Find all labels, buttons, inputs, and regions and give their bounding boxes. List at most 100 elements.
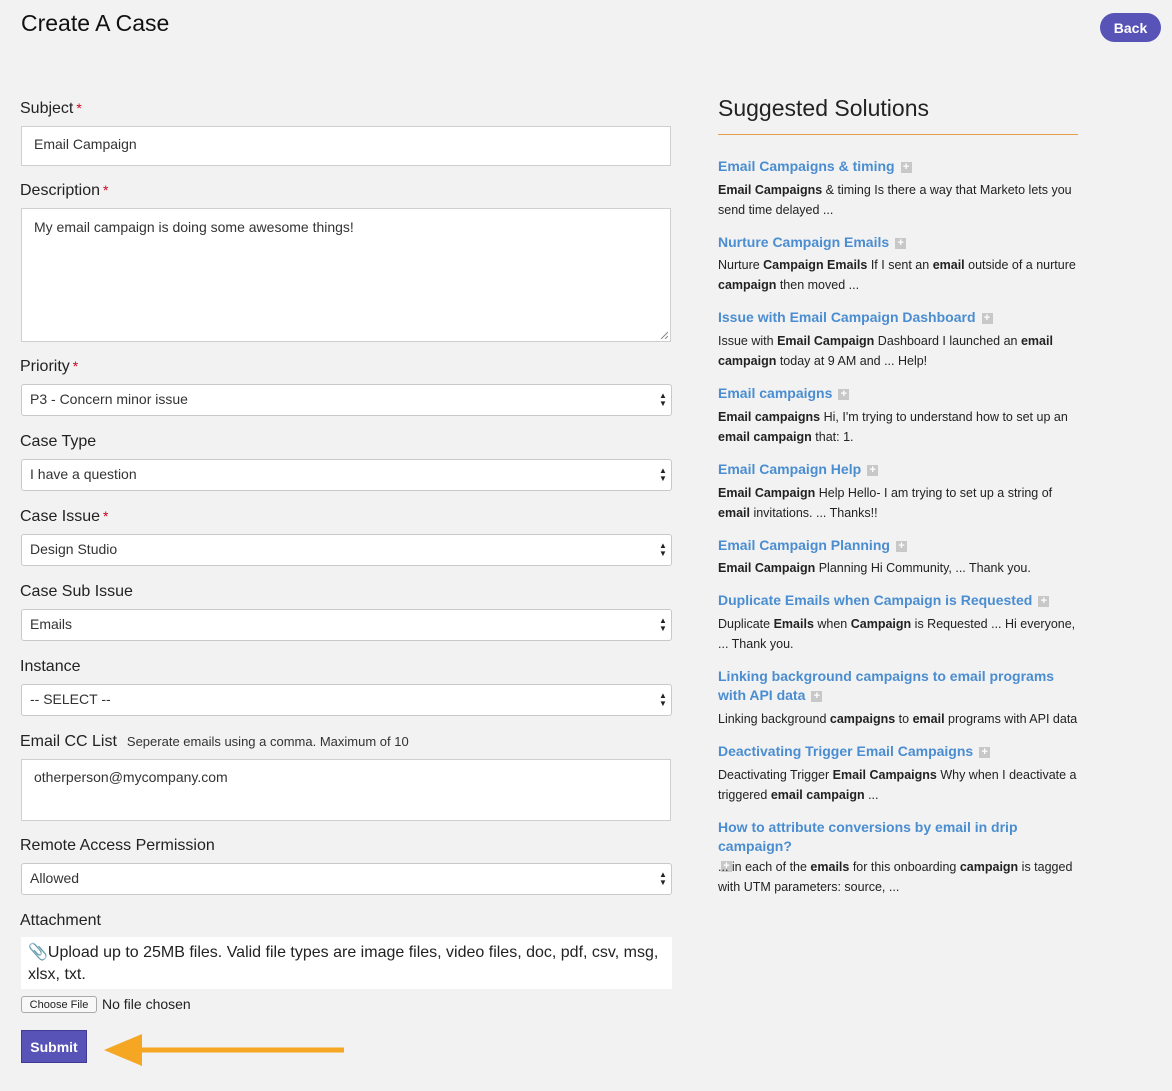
- snippet-highlight: Campaign: [850, 617, 912, 631]
- snippet-text: Nurture: [718, 258, 764, 272]
- case-issue-label-text: Case Issue: [20, 508, 101, 525]
- suggestion-link[interactable]: Nurture Campaign Emails +: [718, 233, 1078, 252]
- snippet-text: programs with API data: [944, 712, 1078, 726]
- subject-input[interactable]: Email Campaign: [21, 126, 671, 166]
- case-issue-select[interactable]: Design Studio ▲ ▼: [21, 534, 672, 566]
- attachment-label: Attachment: [20, 912, 101, 929]
- expand-plus-icon[interactable]: +: [900, 162, 912, 173]
- snippet-text: then moved ...: [776, 278, 860, 292]
- instance-label: Instance: [20, 658, 81, 675]
- snippet-text: ... in each of the: [718, 860, 811, 874]
- snippet-highlight: Email campaigns: [718, 410, 821, 424]
- suggestion-title: Linking background campaigns to email pr…: [718, 668, 1055, 703]
- suggestion-link[interactable]: Issue with Email Campaign Dashboard +: [718, 308, 1078, 327]
- snippet-highlight: email campaign: [770, 788, 865, 802]
- suggestion-link[interactable]: Email Campaign Planning +: [718, 536, 1078, 555]
- suggestion-link[interactable]: Email Campaigns & timing +: [718, 157, 1078, 176]
- description-text: My email campaign is doing some awesome …: [34, 219, 354, 235]
- suggestion-link[interactable]: Linking background campaigns to email pr…: [718, 667, 1078, 705]
- expand-plus-icon[interactable]: +: [1038, 596, 1050, 607]
- select-arrows-icon: ▲ ▼: [659, 466, 667, 483]
- suggestion-link[interactable]: Deactivating Trigger Email Campaigns +: [718, 742, 1078, 761]
- snippet-text: Duplicate: [718, 617, 774, 631]
- expand-plus-icon[interactable]: +: [979, 747, 991, 758]
- priority-label: Priority *: [20, 358, 78, 376]
- remote-access-value: Allowed: [30, 870, 80, 886]
- file-status: No file chosen: [102, 996, 191, 1012]
- suggestion-link[interactable]: Duplicate Emails when Campaign is Reques…: [718, 591, 1078, 610]
- suggestion-snippet: Deactivating Trigger Email Campaigns Why…: [718, 765, 1080, 805]
- snippet-text: when: [813, 617, 851, 631]
- description-label-text: Description: [20, 182, 101, 199]
- snippet-text: Deactivating Trigger: [718, 768, 833, 782]
- snippet-highlight: email campaign: [718, 430, 812, 444]
- instance-value: -- SELECT --: [30, 691, 111, 707]
- snippet-text: invitations. ... Thanks!!: [749, 506, 878, 520]
- paperclip-icon: 📎: [28, 944, 48, 961]
- case-issue-value: Design Studio: [30, 541, 118, 557]
- snippet-text: ...: [864, 788, 879, 802]
- case-sub-issue-select[interactable]: Emails ▲ ▼: [21, 609, 672, 641]
- suggestion-snippet: Duplicate Emails when Campaign is Reques…: [718, 614, 1080, 654]
- instance-select[interactable]: -- SELECT -- ▲ ▼: [21, 684, 672, 716]
- email-cc-hint: Seperate emails using a comma. Maximum o…: [126, 734, 409, 749]
- suggestion-snippet: Email Campaign Planning Hi Community, ..…: [718, 558, 1080, 578]
- required-marker: *: [72, 358, 79, 374]
- remote-access-select[interactable]: Allowed ▲ ▼: [21, 863, 672, 895]
- snippet-highlight: campaign: [959, 860, 1019, 874]
- snippet-text: Planning Hi Community, ... Thank you.: [815, 561, 1031, 575]
- attachment-note-text: Upload up to 25MB files. Valid file type…: [28, 944, 659, 983]
- snippet-highlight: Email Campaign: [777, 334, 875, 348]
- suggestion-snippet: Email campaigns Hi, I'm trying to unders…: [718, 407, 1080, 447]
- expand-plus-icon[interactable]: +: [838, 389, 850, 400]
- snippet-highlight: emails: [810, 860, 850, 874]
- snippet-highlight: campaign: [718, 278, 777, 292]
- snippet-text: Dashboard I launched an: [874, 334, 1021, 348]
- choose-file-button[interactable]: Choose File: [21, 996, 97, 1013]
- snippet-text: Hi, I'm trying to understand how to set …: [820, 410, 1068, 424]
- snippet-highlight: email: [912, 712, 945, 726]
- select-arrows-icon: ▲ ▼: [659, 616, 667, 633]
- case-type-select[interactable]: I have a question ▲ ▼: [21, 459, 672, 491]
- select-arrows-icon: ▲ ▼: [659, 691, 667, 708]
- required-marker: *: [76, 100, 82, 116]
- expand-plus-icon[interactable]: +: [867, 465, 879, 476]
- snippet-highlight: campaigns: [829, 712, 896, 726]
- pointer-arrow-icon: [104, 1034, 344, 1066]
- email-cc-input[interactable]: otherperson@mycompany.com: [21, 759, 671, 821]
- suggestion-title: Issue with Email Campaign Dashboard: [718, 309, 976, 325]
- snippet-highlight: email: [718, 506, 750, 520]
- submit-button[interactable]: Submit: [21, 1030, 87, 1063]
- suggestion-link[interactable]: Email Campaign Help +: [718, 460, 1078, 479]
- case-issue-label: Case Issue *: [20, 508, 109, 526]
- expand-plus-icon[interactable]: +: [895, 238, 907, 249]
- suggestion-snippet: Email Campaign Help Hello- I am trying t…: [718, 483, 1080, 523]
- suggestion-snippet: Linking background campaigns to email pr…: [718, 709, 1080, 729]
- expand-plus-icon[interactable]: +: [811, 691, 823, 702]
- expand-plus-icon[interactable]: +: [895, 541, 907, 552]
- select-arrows-icon: ▲ ▼: [659, 391, 667, 408]
- expand-plus-icon[interactable]: +: [981, 313, 993, 324]
- back-button[interactable]: Back: [1100, 13, 1161, 42]
- snippet-text: If I sent an: [867, 258, 933, 272]
- snippet-text: for this onboarding: [849, 860, 960, 874]
- suggestion-link[interactable]: Email campaigns +: [718, 384, 1078, 403]
- case-type-value: I have a question: [30, 466, 137, 482]
- suggestion-title: Email Campaigns & timing: [718, 158, 895, 174]
- snippet-text: to: [895, 712, 913, 726]
- snippet-text: today at 9 AM and ... Help!: [776, 354, 928, 368]
- description-textarea[interactable]: My email campaign is doing some awesome …: [21, 208, 671, 342]
- snippet-highlight: Email Campaigns: [832, 768, 937, 782]
- suggestion-title: How to attribute conversions by email in…: [718, 819, 1018, 854]
- suggestion-title: Email Campaign Help: [718, 461, 862, 477]
- suggestions-title: Suggested Solutions: [718, 95, 929, 121]
- suggestions-divider: [718, 134, 1078, 135]
- suggestion-title: Duplicate Emails when Campaign is Reques…: [718, 592, 1033, 608]
- snippet-text: Issue with: [718, 334, 778, 348]
- page-title: Create A Case: [21, 10, 170, 36]
- priority-select[interactable]: P3 - Concern minor issue ▲ ▼: [21, 384, 672, 416]
- resize-grip-icon[interactable]: [660, 331, 668, 339]
- snippet-text: that: 1.: [811, 430, 854, 444]
- snippet-highlight: Email Campaigns: [718, 183, 823, 197]
- subject-label-text: Subject: [20, 100, 74, 117]
